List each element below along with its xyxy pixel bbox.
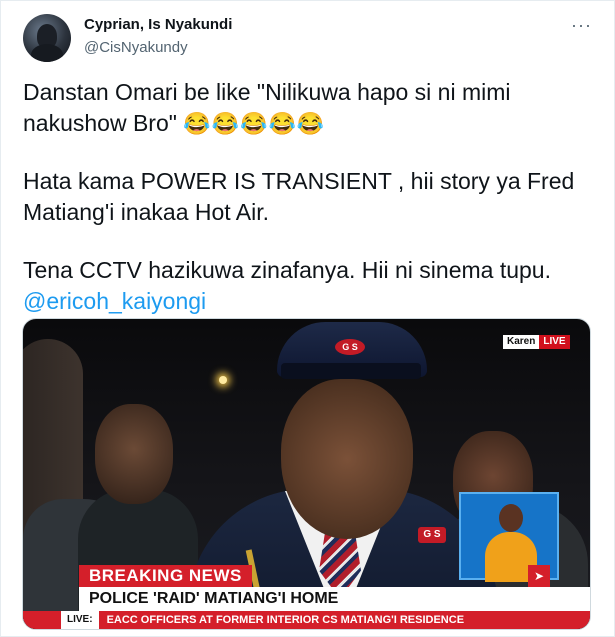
author-name[interactable]: Cyprian, Is Nyakundi (84, 16, 232, 33)
author-avatar[interactable] (23, 14, 71, 62)
tweet-media-image[interactable]: G S G S Karen LIVE BREAKING NEWS ➤ POLIC… (22, 318, 591, 630)
cap-band (281, 363, 421, 379)
channel-logo-icon: ➤ (528, 565, 550, 587)
more-horizontal-icon[interactable]: ··· (571, 15, 592, 36)
paragraph-3-text: Tena CCTV hazikuwa zinafanya. Hii ni sin… (23, 257, 551, 283)
suit-logo-badge: G S (418, 527, 446, 543)
cap-logo-badge: G S (335, 339, 365, 355)
news-headline: POLICE 'RAID' MATIANG'I HOME (79, 587, 590, 611)
tweet-paragraph-2: Hata kama POWER IS TRANSIENT , hii story… (23, 168, 575, 225)
interpreter-head (499, 504, 523, 532)
tweet-card: Cyprian, Is Nyakundi @CisNyakundy ··· Da… (0, 0, 615, 637)
author-handle[interactable]: @CisNyakundy (84, 39, 188, 56)
laughing-emoji-icon: 😂😂😂😂😂 (183, 111, 326, 136)
background-light (219, 376, 227, 384)
tweet-paragraph-1: Danstan Omari be like "Nilikuwa hapo si … (23, 77, 598, 139)
ticker-label: LIVE: (61, 611, 99, 629)
ticker-text: EACC OFFICERS AT FORMER INTERIOR CS MATI… (106, 614, 465, 626)
live-indicator: Karen LIVE (503, 335, 570, 349)
live-location: Karen (503, 335, 540, 349)
tweet-paragraph-3: Tena CCTV hazikuwa zinafanya. Hii ni sin… (23, 255, 598, 317)
mention-link[interactable]: @ericoh_kaiyongi (23, 288, 206, 314)
news-ticker: LIVE: EACC OFFICERS AT FORMER INTERIOR C… (23, 611, 590, 629)
main-person-face (281, 379, 413, 539)
tweet-text: Danstan Omari be like "Nilikuwa hapo si … (23, 77, 598, 344)
breaking-news-label: BREAKING NEWS (79, 565, 252, 587)
live-tag: LIVE (539, 335, 570, 349)
mid-left-person-face (95, 404, 173, 504)
avatar-figure-body (31, 44, 63, 62)
